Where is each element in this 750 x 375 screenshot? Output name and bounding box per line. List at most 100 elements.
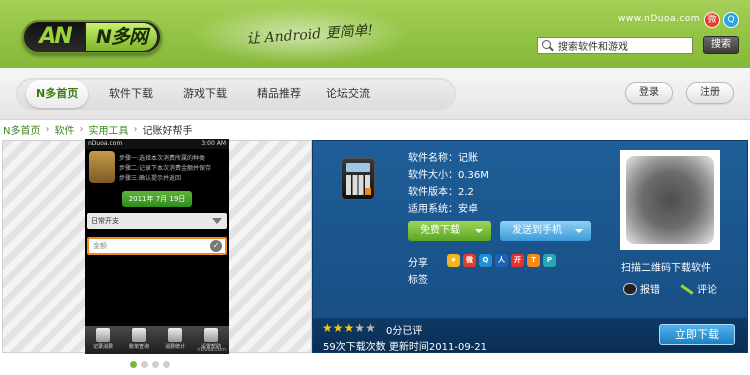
chevron-down-icon (575, 229, 583, 233)
phone-date-button: 2011年 7月 19日 (122, 191, 192, 207)
app-version: 软件版本：2.2 (408, 187, 474, 198)
phone-tool-label: 消费统计 (164, 344, 185, 350)
phone-tool-bills: 账单查询 (121, 326, 157, 354)
site-url[interactable]: www.nDuoa.com (618, 14, 700, 24)
carousel-dot[interactable] (141, 361, 148, 368)
qr-code-image (626, 156, 714, 244)
star-icon: ★ (343, 321, 355, 335)
main-nav: N多首页 软件下载 游戏下载 精品推荐 论坛交流 登录 注册 (0, 68, 750, 120)
wallet-icon (89, 151, 115, 183)
pencil-icon (96, 328, 110, 342)
weibo-icon[interactable]: 微 (704, 12, 720, 28)
login-button[interactable]: 登录 (625, 82, 673, 104)
star-icon: ★ (322, 321, 333, 335)
phone-tool-label: 记录消费 (92, 344, 113, 350)
tools-icon (204, 328, 218, 342)
comment-icon (678, 282, 694, 296)
renren-icon[interactable]: 人 (495, 254, 508, 267)
breadcrumb-category[interactable]: 实用工具 (88, 122, 128, 137)
phone-step-2: 步骤二:记录下本次消费金额并保存 (119, 165, 212, 172)
phone-status-site: nDuoa.com (88, 140, 123, 147)
report-error-label: 报错 (640, 285, 660, 296)
breadcrumb-separator: › (79, 123, 84, 135)
tag-label: 标签 (408, 275, 428, 286)
report-error-link[interactable]: 报错 (623, 281, 660, 296)
phone-step-3: 步骤三:确认提示并返回 (119, 175, 182, 182)
breadcrumb-home[interactable]: N多首页 (3, 122, 40, 137)
phone-select-value: 日常开支 (91, 217, 119, 225)
register-button[interactable]: 注册 (686, 82, 734, 104)
nav-item-featured[interactable]: 精品推荐 (257, 80, 301, 108)
pengyou-icon[interactable]: P (543, 254, 556, 267)
check-icon: ✓ (210, 240, 222, 252)
share-label: 分享 (408, 258, 428, 269)
carousel-dot[interactable] (130, 361, 137, 368)
app-size: 软件大小：0.36M (408, 170, 489, 181)
search-box (537, 37, 693, 54)
star-icon: ★ (332, 321, 344, 335)
breadcrumb-separator: › (133, 123, 138, 135)
free-download-button[interactable]: 免费下载 (408, 221, 491, 241)
calculator-screen (346, 163, 370, 172)
breadcrumb: N多首页 › 软件 › 实用工具 › 记账好帮手 (3, 122, 193, 137)
qq-icon[interactable]: Q (723, 12, 739, 28)
qzone-icon[interactable]: ★ (447, 254, 460, 267)
weibo-share-icon[interactable]: 微 (463, 254, 476, 267)
page: AN N多网 让 Android 更简单! www.nDuoa.com 微 Q … (0, 0, 750, 375)
search-icon (541, 39, 555, 53)
app-system: 适用系统：安卓 (408, 204, 478, 215)
send-to-phone-label: 发送到手机 (512, 225, 562, 236)
app-name: 软件名称：记账 (408, 153, 478, 164)
qq-weibo-icon[interactable]: Q (479, 254, 492, 267)
calculator-icon (341, 158, 375, 200)
breadcrumb-separator: › (45, 123, 50, 135)
search-input[interactable] (558, 40, 692, 51)
share-icons: ★ 微 Q 人 开 T P (447, 254, 556, 267)
logo-name: N多网 (86, 23, 157, 51)
nav-item-software[interactable]: 软件下载 (109, 80, 153, 108)
phone-tool-label: 账单查询 (128, 344, 149, 350)
chat-icon (168, 328, 182, 342)
nav-item-games[interactable]: 游戏下载 (183, 80, 227, 108)
qr-code (620, 150, 720, 250)
comment-link[interactable]: 评论 (678, 281, 717, 296)
tianya-icon[interactable]: T (527, 254, 540, 267)
site-logo[interactable]: AN N多网 (22, 20, 162, 54)
chevron-down-icon (475, 229, 483, 233)
logo-mark: AN (26, 22, 84, 52)
header: AN N多网 让 Android 更简单! www.nDuoa.com 微 Q … (0, 0, 750, 68)
phone-tool-record: 记录消费 (85, 326, 121, 354)
phone-status-bar: nDuoa.com 3:00 AM (85, 139, 229, 149)
qr-caption: 扫描二维码下载软件 (621, 263, 711, 274)
phone-watermark: nDuoa.com (197, 347, 226, 353)
clipboard-icon (132, 328, 146, 342)
rating-score: 0分已评 (386, 326, 423, 337)
search-button[interactable]: 搜索 (703, 36, 739, 54)
kaixin-icon[interactable]: 开 (511, 254, 524, 267)
app-screenshot[interactable]: nDuoa.com 3:00 AM 步骤一:选择本次消费所属的种类 步骤二:记录… (85, 139, 229, 354)
breadcrumb-current: 记账好帮手 (142, 125, 193, 137)
breadcrumb-software[interactable]: 软件 (54, 122, 74, 137)
star-empty-icon: ★ (354, 321, 366, 335)
carousel-indicator (130, 361, 170, 368)
chevron-down-icon (212, 218, 222, 224)
nav-item-forum[interactable]: 论坛交流 (326, 80, 370, 108)
phone-amount-placeholder: 金额 (93, 242, 107, 250)
phone-step-1: 步骤一:选择本次消费所属的种类 (119, 155, 206, 162)
send-to-phone-button[interactable]: 发送到手机 (500, 221, 591, 241)
carousel-dot[interactable] (163, 361, 170, 368)
phone-status-time: 3:00 AM (201, 140, 226, 147)
bug-icon (623, 282, 637, 295)
comment-label: 评论 (697, 285, 717, 296)
download-stats: 59次下载次数 更新时间2011-09-21 (323, 342, 488, 353)
carousel-dot[interactable] (152, 361, 159, 368)
rating-stars[interactable]: ★ ★ ★ ★ ★ (322, 322, 376, 334)
phone-category-select: 日常开支 (87, 213, 227, 229)
phone-amount-field: 金额 ✓ (87, 237, 227, 255)
calculator-equals-key (365, 188, 371, 195)
star-empty-icon: ★ (365, 321, 376, 335)
download-now-button[interactable]: 立即下载 (659, 324, 735, 345)
free-download-label: 免费下载 (420, 225, 460, 236)
phone-tool-stats: 消费统计 (157, 326, 193, 354)
nav-item-home[interactable]: N多首页 (26, 80, 89, 108)
